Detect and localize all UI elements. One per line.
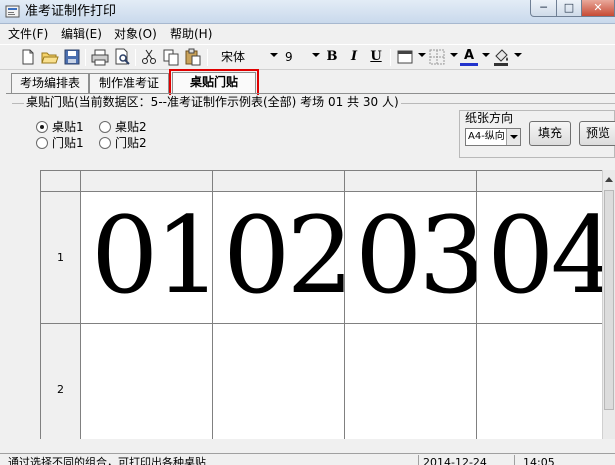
tab-exam-arrangement[interactable]: 考场编排表 [11, 73, 89, 93]
font-color-button[interactable]: A [460, 48, 478, 66]
open-folder-icon[interactable] [41, 48, 59, 66]
grid-corner [41, 171, 81, 192]
underline-button[interactable]: U [367, 48, 385, 66]
font-size-combo[interactable]: 9 [281, 48, 321, 67]
status-bar: 通过选择不同的组合，可打印出各种桌贴 2014-12-24 14:05 [0, 453, 615, 465]
grid-cell[interactable]: 01 [81, 192, 213, 324]
grid-cell[interactable] [345, 324, 477, 439]
radio-desk-label-2-text: 桌贴2 [115, 120, 147, 134]
chevron-down-icon[interactable] [312, 53, 320, 57]
vertical-scrollbar[interactable] [602, 170, 615, 439]
menu-bar: 文件(F) 编辑(E) 对象(O) 帮助(H) [0, 24, 615, 44]
chevron-down-icon[interactable] [514, 53, 522, 57]
font-size-value: 9 [285, 50, 293, 64]
column-header[interactable] [477, 171, 609, 192]
cell-number: 04 [487, 194, 609, 317]
chevron-down-icon[interactable] [450, 53, 458, 57]
toolbar-separator [135, 49, 136, 66]
text-box-icon[interactable] [396, 48, 414, 66]
font-name-combo[interactable]: 宋体 [215, 48, 279, 67]
toolbar-separator [390, 49, 391, 66]
radio-door-label-2[interactable] [99, 137, 111, 149]
radio-door-label-1-text: 门贴1 [52, 136, 84, 150]
new-file-icon[interactable] [19, 48, 37, 66]
copy-icon[interactable] [162, 48, 180, 66]
paper-orientation-value: A4-纵向 [468, 131, 505, 142]
cell-number: 02 [223, 194, 345, 317]
minimize-button[interactable]: ─ [530, 0, 557, 17]
close-button[interactable]: ✕ [581, 0, 615, 17]
italic-button[interactable]: I [345, 48, 363, 66]
bold-button[interactable]: B [323, 48, 341, 66]
radio-door-label-2-text: 门贴2 [115, 136, 147, 150]
groupbox-title: 桌贴门贴(当前数据区：5--准考证制作示例表(全部) 考场 01 共 30 人) [24, 95, 401, 110]
chevron-down-icon[interactable] [418, 53, 426, 57]
radio-desk-label-1[interactable] [36, 121, 48, 133]
fill-button[interactable]: 填充 [529, 121, 571, 146]
cut-icon[interactable] [140, 48, 158, 66]
radio-desk-label-1-text: 桌贴1 [52, 120, 84, 134]
row-header[interactable]: 1 [41, 192, 81, 324]
paper-orientation-title: 纸张方向 [465, 111, 514, 125]
close-icon: ✕ [593, 1, 603, 14]
grid-cell[interactable]: 04 [477, 192, 609, 324]
maximize-button[interactable]: □ [556, 0, 582, 17]
status-message: 通过选择不同的组合，可打印出各种桌贴 [8, 456, 206, 465]
save-icon[interactable] [63, 48, 81, 66]
column-header[interactable] [81, 171, 213, 192]
column-header[interactable] [345, 171, 477, 192]
scrollbar-thumb[interactable] [604, 190, 614, 410]
chevron-down-icon[interactable] [482, 53, 490, 57]
label-grid: 1 2 01 02 03 04 [40, 170, 615, 439]
grid-cell[interactable]: 03 [345, 192, 477, 324]
status-date: 2014-12-24 [418, 455, 510, 465]
toolbar-separator [207, 49, 208, 66]
minimize-icon: ─ [540, 1, 547, 14]
toolbar-separator [85, 49, 86, 66]
font-name-value: 宋体 [221, 50, 246, 64]
chevron-down-icon[interactable] [270, 53, 278, 57]
border-icon[interactable] [428, 48, 446, 66]
chevron-down-icon[interactable] [506, 129, 520, 145]
grid-cell[interactable]: 02 [213, 192, 345, 324]
column-header[interactable] [213, 171, 345, 192]
toolbar: 宋体 9 B I U A [0, 44, 615, 70]
menu-help[interactable]: 帮助(H) [170, 26, 212, 42]
menu-edit[interactable]: 编辑(E) [61, 26, 102, 42]
cell-number: 03 [355, 194, 477, 317]
paste-icon[interactable] [184, 48, 202, 66]
grid-cell[interactable] [213, 324, 345, 439]
tab-make-admission-ticket[interactable]: 制作准考证 [89, 73, 169, 93]
tab-panel-border [6, 93, 615, 94]
cell-number: 01 [91, 194, 213, 317]
grid-cell[interactable] [81, 324, 213, 439]
print-preview-icon[interactable] [113, 48, 131, 66]
app-icon [5, 5, 20, 18]
row-header[interactable]: 2 [41, 324, 81, 439]
maximize-icon: □ [563, 1, 575, 14]
menu-object[interactable]: 对象(O) [114, 26, 157, 42]
menu-file[interactable]: 文件(F) [8, 26, 48, 42]
print-icon[interactable] [91, 48, 109, 66]
window-title: 准考证制作打印 [25, 4, 117, 19]
scroll-up-icon[interactable] [605, 177, 613, 182]
radio-door-label-1[interactable] [36, 137, 48, 149]
radio-desk-label-2[interactable] [99, 121, 111, 133]
preview-print-button[interactable]: 预览打 [579, 121, 615, 146]
grid-cell[interactable] [477, 324, 609, 439]
fill-color-icon[interactable] [492, 48, 510, 66]
title-bar: 准考证制作打印 ─ □ ✕ [0, 0, 615, 24]
status-time: 14:05 [514, 455, 615, 465]
